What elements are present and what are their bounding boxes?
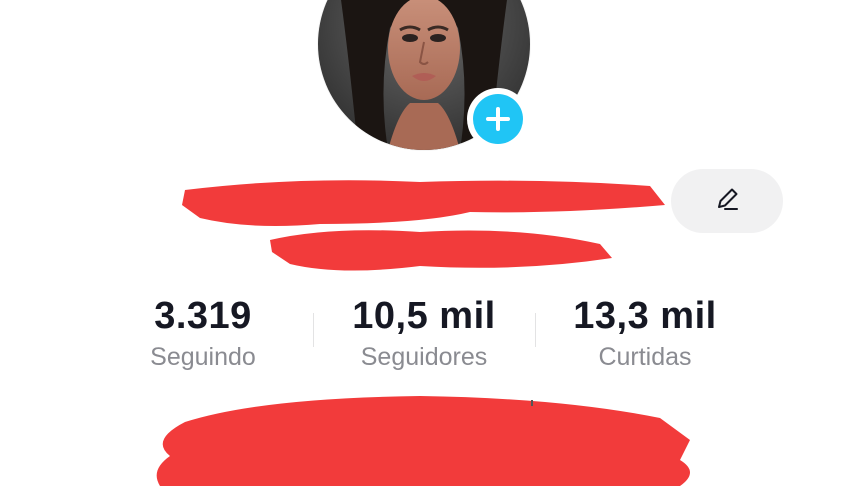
pencil-icon [711, 183, 743, 220]
stats-divider [535, 313, 536, 347]
redaction-bio-area [156, 396, 690, 486]
likes-count: 13,3 mil [573, 295, 717, 337]
followers-count: 10,5 mil [352, 295, 496, 337]
following-label: Seguindo [150, 343, 256, 371]
add-story-button[interactable] [467, 88, 529, 150]
following-count: 3.319 [154, 295, 252, 337]
stat-likes[interactable]: 13,3 mil Curtidas [573, 290, 716, 372]
redaction-name-area [182, 180, 665, 271]
stat-following[interactable]: 3.319 Seguindo [150, 290, 256, 372]
stat-followers[interactable]: 10,5 mil Seguidores [352, 290, 495, 372]
plus-icon [473, 94, 523, 144]
decorative-mark [531, 400, 533, 406]
followers-label: Seguidores [360, 343, 488, 371]
profile-stats: 3.319 Seguindo 10,5 mil Seguidores 13,3 … [0, 290, 849, 380]
likes-label: Curtidas [598, 343, 692, 371]
stats-divider [313, 313, 314, 347]
edit-profile-button[interactable] [671, 169, 783, 233]
